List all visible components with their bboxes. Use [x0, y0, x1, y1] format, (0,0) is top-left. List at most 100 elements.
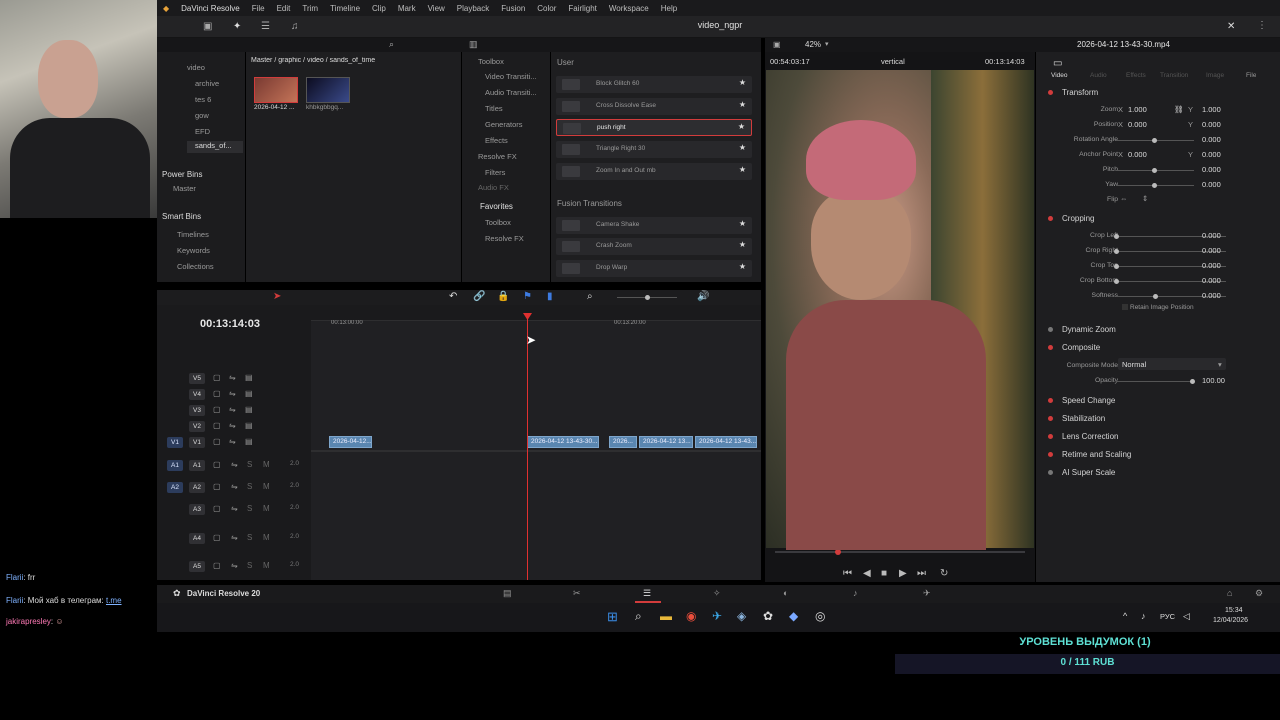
track-visibility-icon[interactable]: ▤ [245, 389, 253, 398]
fx-tree-titles[interactable]: Titles [485, 104, 503, 113]
zoom-icon[interactable]: ⌕ [587, 291, 593, 302]
fx-item[interactable]: Block Glitch 60 ★ [556, 76, 752, 93]
menu-color[interactable]: Color [531, 4, 562, 13]
star-icon[interactable]: ★ [739, 100, 746, 109]
solo-button[interactable]: S [247, 504, 252, 513]
auto-select-icon[interactable]: ⇋ [229, 421, 236, 430]
zoom-y-value[interactable]: 1.000 [1202, 105, 1221, 114]
deliver-page-icon[interactable]: ✈ [923, 588, 931, 599]
breadcrumb[interactable]: Master / graphic / video / sands_of_time [251, 57, 375, 64]
slider-knob[interactable] [645, 295, 650, 300]
slider-knob[interactable] [1114, 234, 1119, 239]
volume-icon[interactable]: ◁ [1183, 611, 1190, 622]
app-taskbar-icon[interactable]: ◆ [789, 609, 798, 623]
menu-view[interactable]: View [422, 4, 451, 13]
timeline-clip[interactable]: 2026-04-12... [329, 436, 372, 448]
position-y-value[interactable]: 0.000 [1202, 120, 1221, 129]
fx-tree-toolbox[interactable]: Toolbox [478, 57, 504, 66]
lens-correction-dot[interactable] [1048, 434, 1053, 439]
effects-icon[interactable]: ✦ [233, 21, 241, 32]
smart-bin-keywords[interactable]: Keywords [177, 246, 210, 255]
lock-icon[interactable]: ▢ [213, 389, 221, 398]
star-icon[interactable]: ★ [739, 219, 746, 228]
track-label[interactable]: A3 [189, 504, 205, 515]
smart-bins-header[interactable]: Smart Bins [162, 212, 201, 221]
track-label[interactable]: A5 [189, 561, 205, 572]
sound-library-icon[interactable]: ♫ [291, 21, 299, 32]
slider-knob[interactable] [1190, 379, 1195, 384]
transform-enable-dot[interactable] [1048, 90, 1053, 95]
viewer-layout-icon[interactable]: ▣ [773, 40, 781, 49]
mute-button[interactable]: M [263, 561, 270, 570]
cropping-section[interactable]: Cropping [1062, 214, 1094, 223]
menu-edit[interactable]: Edit [271, 4, 297, 13]
timeline-clip[interactable]: 2026-04-12 13... [639, 436, 693, 448]
track-label[interactable]: V2 [189, 421, 205, 432]
source-track-label[interactable]: V1 [167, 437, 183, 448]
fx-tree-resolve-fx[interactable]: Resolve FX [478, 152, 517, 161]
track-label[interactable]: A2 [189, 482, 205, 493]
star-icon[interactable]: ★ [739, 262, 746, 271]
auto-select-icon[interactable]: ⇋ [231, 460, 238, 469]
menu-file[interactable]: File [246, 4, 271, 13]
stabilization-section[interactable]: Stabilization [1062, 414, 1105, 423]
menu-fairlight[interactable]: Fairlight [562, 4, 602, 13]
zoom-x-value[interactable]: 1.000 [1128, 105, 1147, 114]
timeline-ruler[interactable] [311, 305, 761, 321]
media-thumb-image[interactable] [306, 77, 350, 103]
resolve-taskbar-icon[interactable]: ✿ [763, 609, 773, 623]
dynamic-zoom-section[interactable]: Dynamic Zoom [1062, 325, 1116, 334]
softness-value[interactable]: 0.000 [1202, 291, 1221, 300]
search-icon[interactable]: ⌕ [389, 39, 394, 50]
snapping-icon[interactable]: ↶ [449, 291, 457, 302]
speed-change-section[interactable]: Speed Change [1062, 396, 1115, 405]
rotation-value[interactable]: 0.000 [1202, 135, 1221, 144]
menu-trim[interactable]: Trim [296, 4, 324, 13]
microphone-icon[interactable]: ♪ [1141, 611, 1146, 621]
user-section-header[interactable]: User [557, 58, 574, 67]
viewer-mode[interactable]: vertical [881, 57, 905, 66]
telegram-icon[interactable]: ✈ [712, 609, 722, 623]
fav-resolve-fx[interactable]: Resolve FX [485, 234, 524, 243]
language-indicator[interactable]: РУС [1160, 612, 1175, 621]
slider-knob[interactable] [1152, 183, 1157, 188]
bin-video[interactable]: video [187, 63, 205, 72]
lock-icon[interactable]: ▢ [213, 373, 221, 382]
super-scale-section[interactable]: AI Super Scale [1062, 468, 1115, 477]
volume-icon[interactable]: 🔊 [697, 291, 709, 302]
fx-item[interactable]: Drop Warp ★ [556, 260, 752, 277]
slider-knob[interactable] [1152, 168, 1157, 173]
composite-enable-dot[interactable] [1048, 345, 1053, 350]
lock-icon[interactable]: ▢ [213, 561, 221, 570]
anchor-y-value[interactable]: 0.000 [1202, 150, 1221, 159]
link-icon[interactable]: ⛓ [1174, 105, 1184, 114]
bin-sands-of-time[interactable]: sands_of... [187, 141, 243, 153]
flag-icon[interactable]: ⚑ [523, 291, 532, 302]
retime-section[interactable]: Retime and Scaling [1062, 450, 1131, 459]
lock-icon[interactable]: ▢ [213, 460, 221, 469]
marker-icon[interactable]: ▮ [547, 291, 553, 302]
smart-bin-collections[interactable]: Collections [177, 262, 214, 271]
composite-section[interactable]: Composite [1062, 343, 1100, 352]
source-track-label[interactable]: A2 [167, 482, 183, 493]
track-visibility-icon[interactable]: ▤ [245, 373, 253, 382]
menu-mark[interactable]: Mark [392, 4, 422, 13]
tab-file[interactable]: File [1246, 72, 1256, 79]
auto-select-icon[interactable]: ⇋ [229, 373, 236, 382]
lock-icon[interactable]: ▢ [213, 421, 221, 430]
media-thumb-clip[interactable] [254, 77, 298, 103]
timeline-clip[interactable]: 2026-04-12 13-43-30... [527, 436, 599, 448]
slider-knob[interactable] [1153, 294, 1158, 299]
go-to-start-icon[interactable]: ⏮ [843, 568, 852, 579]
power-bin-master[interactable]: Master [173, 184, 196, 193]
menu-timeline[interactable]: Timeline [324, 4, 366, 13]
dynamic-zoom-dot[interactable] [1048, 327, 1053, 332]
lock-icon[interactable]: ▢ [213, 504, 221, 513]
file-explorer-icon[interactable]: ▬ [660, 609, 672, 623]
lock-icon[interactable]: ▢ [213, 533, 221, 542]
tab-audio[interactable]: Audio [1090, 72, 1107, 79]
star-icon[interactable]: ★ [738, 122, 745, 131]
video-tab-icon[interactable]: ▭ [1053, 58, 1062, 69]
smart-bin-timelines[interactable]: Timelines [177, 230, 209, 239]
opacity-slider[interactable] [1116, 379, 1195, 384]
